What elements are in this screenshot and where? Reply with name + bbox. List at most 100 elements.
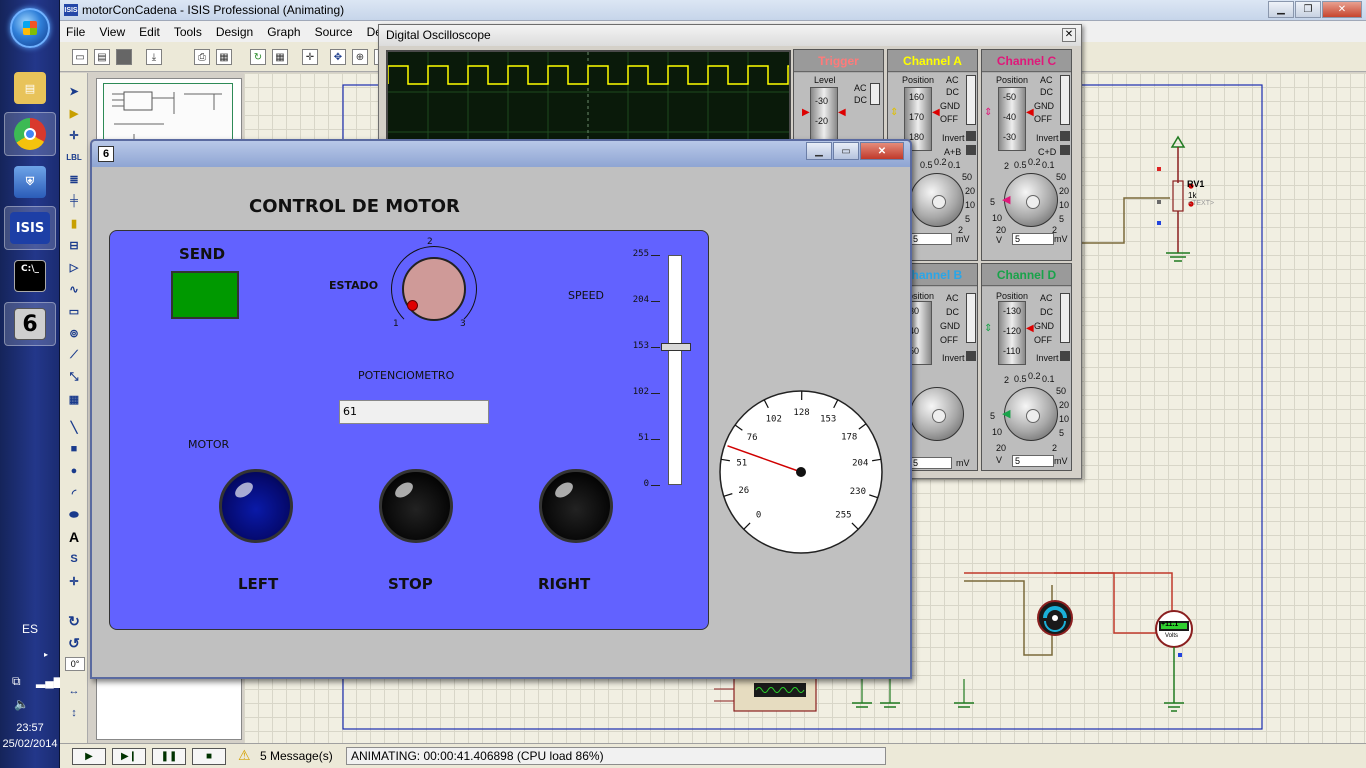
system-clock[interactable]: 23:57 25/02/2014 bbox=[0, 720, 60, 752]
rotate-ccw-icon[interactable]: ↺ bbox=[65, 635, 83, 651]
text-script-icon[interactable]: ≣ bbox=[65, 171, 83, 187]
oscilloscope-title[interactable]: Digital Oscilloscope bbox=[379, 25, 1081, 46]
taskbar-cmd[interactable]: C:\_ bbox=[4, 254, 56, 298]
channel-c-combine-button[interactable] bbox=[1060, 145, 1070, 155]
pin-icon[interactable]: ▷ bbox=[65, 259, 83, 275]
generator-icon[interactable]: ⊚ bbox=[65, 325, 83, 341]
trigger-mode-ac[interactable]: AC bbox=[854, 83, 867, 93]
channel-d-invert-button[interactable] bbox=[1060, 351, 1070, 361]
line-icon[interactable]: ╲ bbox=[65, 419, 83, 435]
speed-slider-thumb[interactable] bbox=[661, 343, 691, 351]
component-mode-icon[interactable]: ▶ bbox=[65, 105, 83, 121]
graph-icon[interactable]: ∿ bbox=[65, 281, 83, 297]
channel-c-position-scale[interactable]: -50 -40 -30 bbox=[998, 87, 1026, 151]
motor-minimize-button[interactable]: ▁ bbox=[806, 142, 832, 160]
channel-b-invert-button[interactable] bbox=[966, 351, 976, 361]
channel-d-mv-field[interactable]: 5 bbox=[1012, 455, 1054, 467]
motor-close-button[interactable]: ✕ bbox=[860, 142, 904, 160]
probe-icon[interactable]: ⟋ bbox=[65, 347, 83, 363]
close-button[interactable]: ✕ bbox=[1322, 1, 1362, 18]
channel-b-mv-field[interactable]: 5 bbox=[910, 457, 952, 469]
taskbar-isis[interactable]: ISIS bbox=[4, 206, 56, 250]
channel-a-mode-off[interactable]: OFF bbox=[940, 114, 958, 124]
menu-edit[interactable]: Edit bbox=[139, 25, 160, 39]
channel-c-mode-ac[interactable]: AC bbox=[1040, 75, 1053, 85]
subcircuit-icon[interactable]: ▮ bbox=[65, 215, 83, 231]
menu-view[interactable]: View bbox=[99, 25, 125, 39]
network-status-icon[interactable]: ⧉ bbox=[12, 674, 21, 689]
right-led-button[interactable] bbox=[539, 469, 613, 543]
menu-source[interactable]: Source bbox=[315, 25, 353, 39]
bus-icon[interactable]: ╪ bbox=[65, 193, 83, 209]
current-probe-icon[interactable]: ⤡ bbox=[65, 369, 83, 385]
symbol-icon[interactable]: S bbox=[65, 551, 83, 567]
estado-knob[interactable] bbox=[402, 257, 466, 321]
minimize-button[interactable]: ▁ bbox=[1268, 1, 1294, 18]
mirror-vertical-icon[interactable]: ↕ bbox=[65, 705, 83, 721]
instrument-icon[interactable]: ▦ bbox=[65, 391, 83, 407]
channel-a-mode-ac[interactable]: AC bbox=[946, 75, 959, 85]
channel-b-coupling-switch[interactable] bbox=[966, 293, 976, 343]
channel-b-mode-off[interactable]: OFF bbox=[940, 335, 958, 345]
channel-a-mode-gnd[interactable]: GND bbox=[940, 101, 960, 111]
motor-window-titlebar[interactable]: 6 ▁ ▭ ✕ bbox=[92, 141, 910, 167]
arc-icon[interactable]: ◜ bbox=[65, 485, 83, 501]
channel-a-volts-div-knob[interactable] bbox=[910, 173, 964, 227]
import-icon[interactable]: ⤓ bbox=[146, 49, 162, 65]
taskbar-explorer[interactable]: ▤ bbox=[4, 66, 56, 110]
potenciometro-value-field[interactable]: 61 bbox=[339, 400, 489, 424]
trigger-mode-switch[interactable] bbox=[870, 83, 880, 105]
volume-icon[interactable]: 🔈 bbox=[14, 697, 29, 711]
channel-d-mode-off[interactable]: OFF bbox=[1034, 335, 1052, 345]
channel-d-volts-div-knob[interactable] bbox=[1004, 387, 1058, 441]
channel-b-mode-gnd[interactable]: GND bbox=[940, 321, 960, 331]
channel-a-mode-dc[interactable]: DC bbox=[946, 87, 959, 97]
play-button[interactable]: ▶ bbox=[72, 748, 106, 765]
pan-icon[interactable]: ✥ bbox=[330, 49, 346, 65]
channel-a-combine-button[interactable] bbox=[966, 145, 976, 155]
channel-c-mode-off[interactable]: OFF bbox=[1034, 114, 1052, 124]
channel-b-mode-ac[interactable]: AC bbox=[946, 293, 959, 303]
motor-maximize-button[interactable]: ▭ bbox=[833, 142, 859, 160]
channel-a-coupling-switch[interactable] bbox=[966, 75, 976, 125]
channel-c-mode-dc[interactable]: DC bbox=[1040, 87, 1053, 97]
channel-d-position-scale[interactable]: -130 -120 -110 bbox=[998, 301, 1026, 365]
channel-a-invert-button[interactable] bbox=[966, 131, 976, 141]
channel-c-volts-div-knob[interactable] bbox=[1004, 173, 1058, 227]
channel-c-coupling-switch[interactable] bbox=[1060, 75, 1070, 125]
isis-titlebar[interactable]: ISIS motorConCadena - ISIS Professional … bbox=[60, 0, 1366, 21]
speed-slider-track[interactable] bbox=[668, 255, 682, 485]
print-icon[interactable]: ⎙ bbox=[194, 49, 210, 65]
maximize-button[interactable]: ❐ bbox=[1295, 1, 1321, 18]
send-button[interactable] bbox=[171, 271, 239, 319]
print-area-icon[interactable]: ▦ bbox=[216, 49, 232, 65]
circle-icon[interactable]: ● bbox=[65, 463, 83, 479]
messages-count[interactable]: 5 Message(s) bbox=[260, 749, 333, 763]
oscilloscope-close-button[interactable]: ✕ bbox=[1062, 28, 1076, 42]
menu-graph[interactable]: Graph bbox=[267, 25, 300, 39]
new-file-icon[interactable]: ▭ bbox=[72, 49, 88, 65]
left-led-button[interactable] bbox=[219, 469, 293, 543]
pause-button[interactable]: ❚❚ bbox=[152, 748, 186, 765]
channel-d-mode-gnd[interactable]: GND bbox=[1034, 321, 1054, 331]
path-icon[interactable]: ⬬ bbox=[65, 507, 83, 523]
channel-c-invert-button[interactable] bbox=[1060, 131, 1070, 141]
junction-dot-icon[interactable]: ✛ bbox=[65, 127, 83, 143]
text-icon[interactable]: A bbox=[65, 529, 83, 545]
start-button[interactable] bbox=[10, 8, 50, 48]
stop-led-button[interactable] bbox=[379, 469, 453, 543]
channel-c-mode-gnd[interactable]: GND bbox=[1034, 101, 1054, 111]
channel-d-mode-dc[interactable]: DC bbox=[1040, 307, 1053, 317]
channel-c-mv-field[interactable]: 5 bbox=[1012, 233, 1054, 245]
terminals-icon[interactable]: ⊟ bbox=[65, 237, 83, 253]
grid-icon[interactable]: ▦ bbox=[272, 49, 288, 65]
signal-icon[interactable]: ▂▄▆ bbox=[36, 674, 63, 688]
trigger-level-scale[interactable]: -30 -20 bbox=[810, 87, 838, 147]
wire-label-icon[interactable]: LBL bbox=[65, 149, 83, 165]
taskbar-chrome[interactable] bbox=[4, 112, 56, 156]
select-mode-icon[interactable]: ➤ bbox=[65, 83, 83, 99]
menu-file[interactable]: File bbox=[66, 25, 85, 39]
channel-b-volts-div-knob[interactable] bbox=[910, 387, 964, 441]
rotate-cw-icon[interactable]: ↻ bbox=[65, 613, 83, 629]
tape-icon[interactable]: ▭ bbox=[65, 303, 83, 319]
